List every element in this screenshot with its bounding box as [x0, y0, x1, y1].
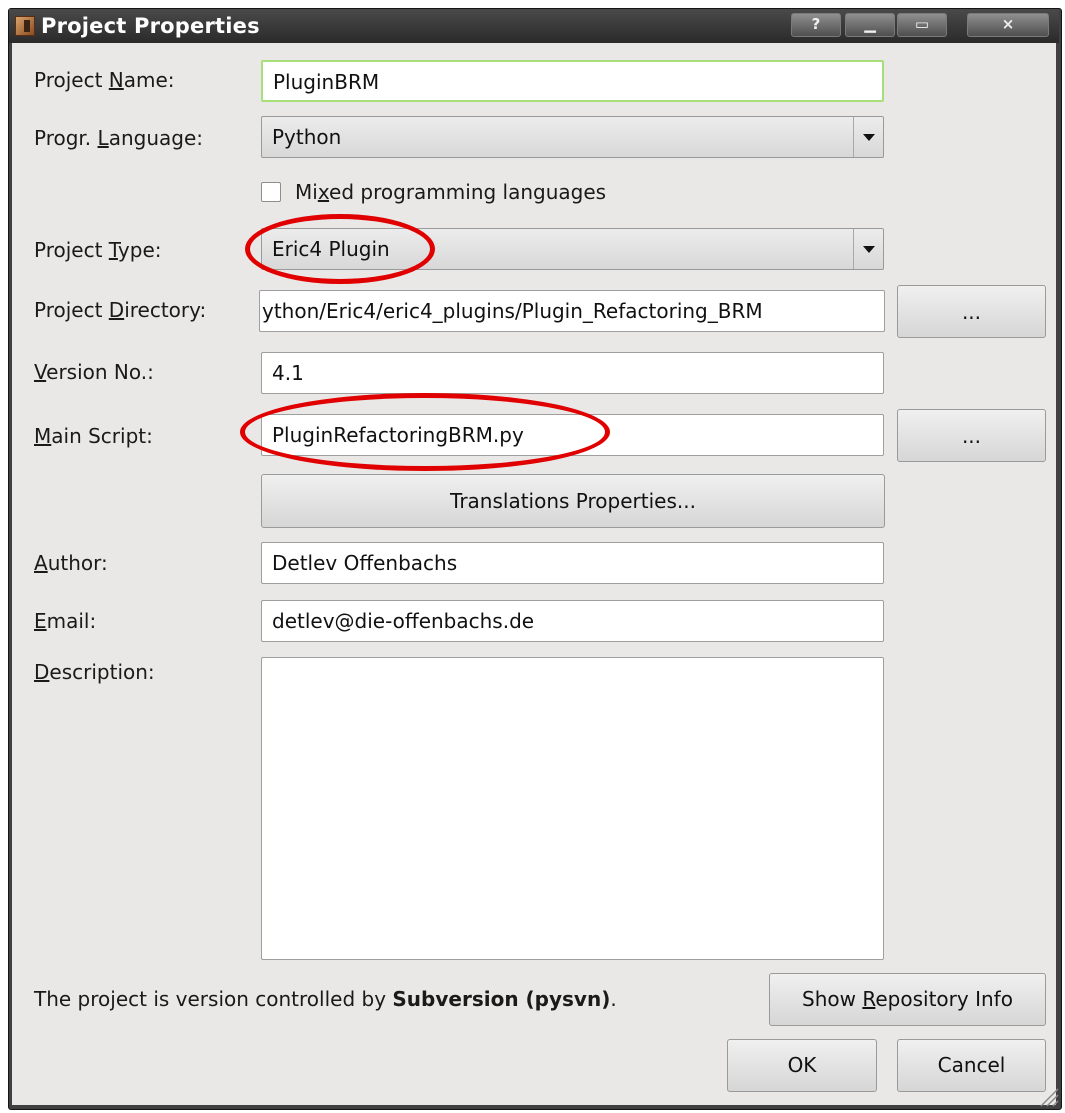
project-type-select[interactable]: Eric4 Plugin	[261, 228, 884, 270]
language-label: Progr. Language:	[34, 126, 203, 150]
author-input[interactable]: Detlev Offenbachs	[261, 542, 884, 584]
minimize-button[interactable]: ▁	[845, 13, 895, 37]
project-directory-input[interactable]: ython/Eric4/eric4_plugins/Plugin_Refacto…	[259, 290, 885, 332]
version-input[interactable]: 4.1	[261, 352, 884, 394]
project-name-input[interactable]: PluginBRM	[261, 60, 884, 102]
description-textarea[interactable]	[261, 657, 884, 960]
window-title: Project Properties	[41, 14, 260, 38]
translations-properties-button[interactable]: Translations Properties...	[261, 474, 885, 528]
browse-directory-button[interactable]: ...	[897, 285, 1046, 338]
cancel-button[interactable]: Cancel	[897, 1039, 1046, 1092]
chevron-down-icon	[853, 117, 883, 157]
vcs-info-text: The project is version controlled by Sub…	[34, 987, 617, 1011]
email-input[interactable]: detlev@die-offenbachs.de	[261, 600, 884, 642]
show-repository-info-button[interactable]: Show Repository Info	[769, 973, 1046, 1026]
mixed-languages-checkbox[interactable]	[261, 182, 281, 202]
email-label: Email:	[34, 609, 97, 633]
help-button[interactable]: ?	[791, 13, 841, 37]
chevron-down-icon	[853, 229, 883, 269]
author-label: Author:	[34, 551, 108, 575]
app-icon	[15, 16, 35, 36]
main-script-label: Main Script:	[34, 424, 153, 448]
title-bar[interactable]: Project Properties ? ▁ ▭ ×	[9, 9, 1059, 43]
resize-grip-icon[interactable]	[1037, 1085, 1059, 1107]
project-name-label: Project Name:	[34, 68, 175, 92]
language-select[interactable]: Python	[261, 116, 884, 158]
main-script-input[interactable]: PluginRefactoringBRM.py	[261, 414, 884, 456]
close-button[interactable]: ×	[967, 13, 1049, 37]
version-label: Version No.:	[34, 360, 154, 384]
ok-button[interactable]: OK	[727, 1039, 877, 1092]
browse-script-button[interactable]: ...	[897, 409, 1046, 462]
project-properties-dialog: Project Properties ? ▁ ▭ × Project Name:…	[0, 0, 1065, 1113]
project-type-label: Project Type:	[34, 238, 162, 262]
maximize-button[interactable]: ▭	[897, 13, 947, 37]
description-label: Description:	[34, 660, 155, 684]
project-directory-label: Project Directory:	[34, 298, 207, 322]
mixed-languages-label[interactable]: Mixed programming languages	[295, 180, 606, 204]
